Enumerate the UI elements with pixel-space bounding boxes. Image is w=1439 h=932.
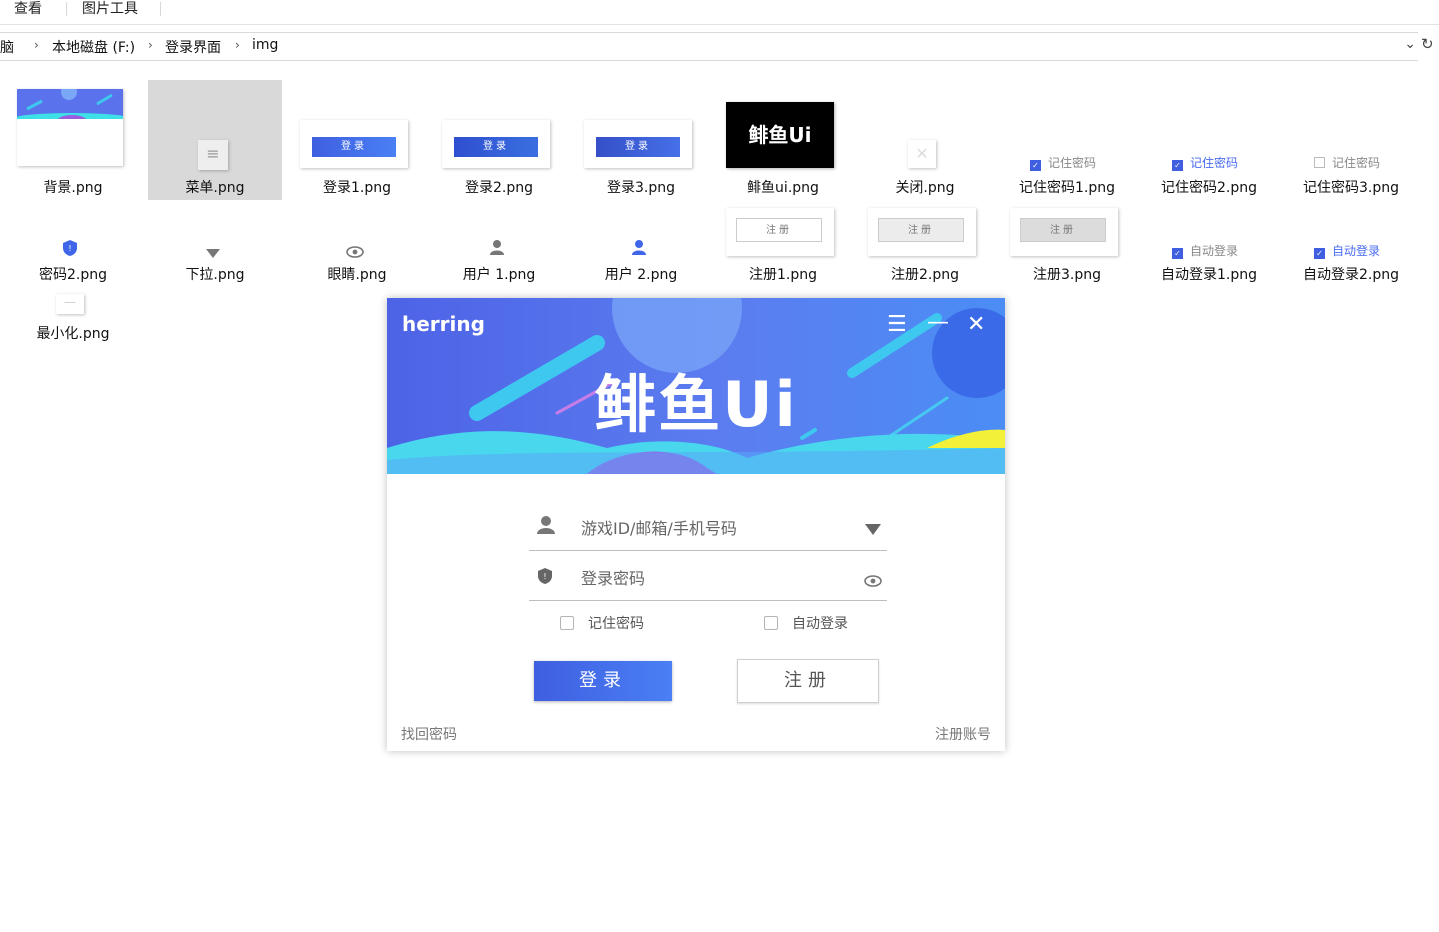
file-name: 登录1.png (322, 180, 391, 196)
shield-icon: ! (62, 239, 78, 257)
tab-view[interactable]: 查看 (14, 0, 42, 20)
close-icon[interactable]: ✕ (967, 312, 985, 338)
logo-thumbnail: 鲱鱼Ui (726, 102, 834, 168)
file-name: 注册1.png (748, 267, 817, 283)
file-name: 鲱鱼ui.png (747, 180, 819, 196)
breadcrumb-this-pc[interactable]: 电脑 (0, 37, 14, 57)
file-name: 菜单.png (185, 180, 245, 196)
chevron-down-icon[interactable]: ⌄ (1404, 36, 1416, 52)
file-name: 眼睛.png (327, 267, 387, 283)
dropdown-triangle-icon[interactable] (865, 520, 881, 539)
user-icon (631, 239, 647, 256)
register-button-thumbnail: 注册 (726, 208, 834, 256)
ribbon-divider (66, 2, 67, 16)
user-icon (537, 515, 555, 539)
file-name: 最小化.png (36, 326, 110, 342)
login-button-thumbnail: 登录 (300, 120, 408, 168)
password-field[interactable]: ! 登录密码 (529, 552, 887, 601)
refresh-icon[interactable]: ↻ (1421, 35, 1434, 53)
file-item[interactable]: 下拉.png (148, 206, 282, 326)
file-name: 登录2.png (464, 180, 533, 196)
app-logo: 鲱鱼Ui (594, 368, 798, 441)
file-item[interactable]: 背景.png (6, 80, 140, 200)
eye-icon[interactable] (864, 572, 882, 591)
file-name: 自动登录1.png (1160, 267, 1257, 283)
file-name: 密码2.png (38, 267, 107, 283)
register-button-thumbnail: 注册 (1010, 208, 1118, 256)
login-button[interactable]: 登录 (534, 661, 672, 701)
checkbox-thumbnail: ✓ 自动登录 (1314, 242, 1380, 259)
file-item-selected[interactable]: ≡ 菜单.png (148, 80, 282, 200)
file-name: 下拉.png (185, 267, 245, 283)
login-button-thumbnail: 登录 (442, 120, 550, 168)
chevron-right-icon[interactable]: › (235, 38, 240, 52)
file-item[interactable]: ✓ 自动登录 自动登录2.png (1284, 206, 1418, 326)
file-name: 用户 2.png (604, 267, 678, 283)
svg-text:!: ! (543, 572, 546, 581)
file-name: 注册2.png (890, 267, 959, 283)
register-button[interactable]: 注册 (737, 659, 879, 703)
file-item[interactable]: 注册 注册3.png (1000, 206, 1134, 326)
ribbon: 查看 图片工具 (0, 0, 1439, 25)
file-item[interactable]: ✓ 记住密码 记住密码1.png (1000, 80, 1134, 200)
checkbox-thumbnail: ✓ 记住密码 (1172, 154, 1238, 171)
file-item[interactable]: 登录 登录3.png (574, 80, 708, 200)
checkbox-thumbnail: ✓ 记住密码 (1030, 154, 1096, 171)
login-window: herring 鲱鱼Ui ☰ — ✕ 游戏ID/邮箱/手机号码 ! 登录密码 记… (387, 298, 1005, 751)
breadcrumb-img[interactable]: img (252, 37, 278, 53)
forgot-password-link[interactable]: 找回密码 (401, 724, 457, 744)
file-name: 背景.png (43, 180, 103, 196)
password-placeholder: 登录密码 (581, 569, 646, 588)
file-item[interactable]: ✓ 自动登录 自动登录1.png (1142, 206, 1276, 326)
file-item[interactable]: 记住密码 记住密码3.png (1284, 80, 1418, 200)
menu-icon[interactable]: ☰ (887, 312, 907, 338)
file-name: 记住密码3.png (1302, 180, 1399, 196)
auto-login-checkbox[interactable]: 自动登录 (764, 613, 848, 633)
brand-name: herring (402, 312, 485, 336)
file-item[interactable]: ✕ 关闭.png (858, 80, 992, 200)
file-name: 记住密码2.png (1160, 180, 1257, 196)
checkbox-thumbnail: ✓ 自动登录 (1172, 242, 1238, 259)
eye-icon (346, 243, 364, 258)
file-name: 记住密码1.png (1018, 180, 1115, 196)
banner: herring 鲱鱼Ui ☰ — ✕ (387, 298, 1005, 474)
file-name: 登录3.png (606, 180, 675, 196)
breadcrumb-folder[interactable]: 登录界面 (165, 37, 221, 57)
account-placeholder: 游戏ID/邮箱/手机号码 (581, 519, 737, 538)
chevron-right-icon[interactable]: › (148, 38, 153, 52)
tab-picture-tools[interactable]: 图片工具 (82, 0, 138, 20)
file-name: 关闭.png (895, 180, 955, 196)
ribbon-divider (160, 2, 161, 16)
file-item[interactable]: 登录 登录1.png (290, 80, 424, 200)
register-account-link[interactable]: 注册账号 (935, 724, 991, 744)
file-item[interactable]: 登录 登录2.png (432, 80, 566, 200)
address-bar[interactable]: 电脑 › 本地磁盘 (F:) › 登录界面 › img ⌄ (0, 32, 1418, 61)
user-icon (489, 239, 505, 256)
minimize-icon[interactable]: — (927, 310, 949, 336)
file-name: 自动登录2.png (1302, 267, 1399, 283)
file-item[interactable]: 鲱鱼Ui 鲱鱼ui.png (716, 80, 850, 200)
minimize-icon: — (56, 294, 84, 314)
file-name: 注册3.png (1032, 267, 1101, 283)
register-button-thumbnail: 注册 (868, 208, 976, 256)
file-item[interactable]: ✓ 记住密码 记住密码2.png (1142, 80, 1276, 200)
login-button-thumbnail: 登录 (584, 120, 692, 168)
checkbox-thumbnail: 记住密码 (1314, 154, 1380, 171)
account-field[interactable]: 游戏ID/邮箱/手机号码 (529, 502, 887, 551)
close-icon: ✕ (908, 140, 936, 168)
svg-text:!: ! (68, 244, 71, 253)
shield-icon: ! (537, 567, 553, 589)
breadcrumb-drive[interactable]: 本地磁盘 (F:) (52, 37, 135, 57)
dropdown-triangle-icon (205, 244, 221, 258)
file-name: 用户 1.png (462, 267, 536, 283)
chevron-right-icon[interactable]: › (34, 38, 39, 52)
menu-icon: ≡ (198, 140, 228, 170)
background-thumbnail (17, 89, 123, 166)
file-item[interactable]: — 最小化.png (6, 290, 140, 350)
remember-password-checkbox[interactable]: 记住密码 (560, 613, 644, 633)
